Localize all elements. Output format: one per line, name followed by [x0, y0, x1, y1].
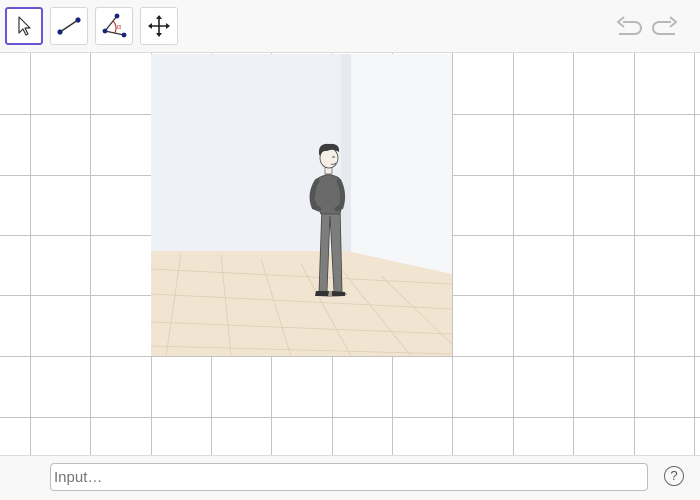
- move-graphics-view-button[interactable]: [140, 7, 178, 45]
- svg-text:α: α: [117, 24, 121, 31]
- angle-icon: α: [102, 13, 127, 38]
- cursor-arrow-icon: [18, 16, 31, 36]
- redo-icon: [652, 16, 678, 35]
- input-bar: ?: [0, 455, 700, 500]
- undo-icon: [616, 16, 642, 35]
- segment-tool-button[interactable]: [50, 7, 88, 45]
- move-tool-button[interactable]: [5, 7, 43, 45]
- room-image[interactable]: [151, 54, 452, 356]
- help-button[interactable]: ?: [664, 466, 684, 486]
- redo-button[interactable]: [650, 14, 680, 40]
- room-illustration: [151, 54, 452, 356]
- four-way-arrow-icon: [148, 15, 170, 37]
- angle-tool-button[interactable]: α: [95, 7, 133, 45]
- segment-icon: [57, 17, 81, 35]
- graphics-view[interactable]: [0, 53, 700, 455]
- undo-button[interactable]: [614, 14, 644, 40]
- help-icon: ?: [670, 468, 678, 483]
- algebra-input[interactable]: [50, 463, 648, 491]
- toolbar: α: [0, 0, 700, 53]
